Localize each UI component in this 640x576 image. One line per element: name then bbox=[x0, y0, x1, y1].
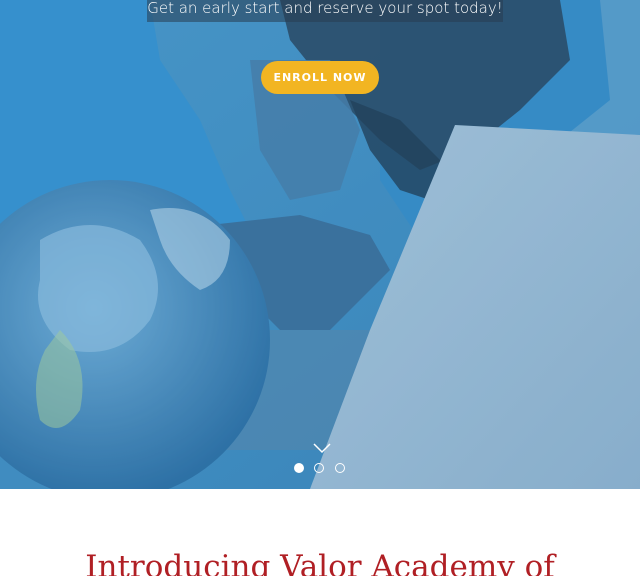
hero-banner: Get an early start and reserve your spot… bbox=[0, 0, 640, 489]
slide-indicators bbox=[292, 463, 348, 475]
page: Get an early start and reserve your spot… bbox=[0, 0, 640, 576]
intro-section: Introducing Valor Academy of bbox=[0, 489, 640, 576]
slide-dot-3[interactable] bbox=[335, 463, 345, 473]
intro-title: Introducing Valor Academy of bbox=[85, 549, 555, 576]
slide-dot-1[interactable] bbox=[294, 463, 304, 473]
chevron-down-icon[interactable] bbox=[312, 441, 332, 455]
enroll-now-button[interactable]: ENROLL NOW bbox=[261, 61, 379, 94]
slide-dot-2[interactable] bbox=[314, 463, 324, 473]
hero-tagline: Get an early start and reserve your spot… bbox=[147, 0, 503, 22]
